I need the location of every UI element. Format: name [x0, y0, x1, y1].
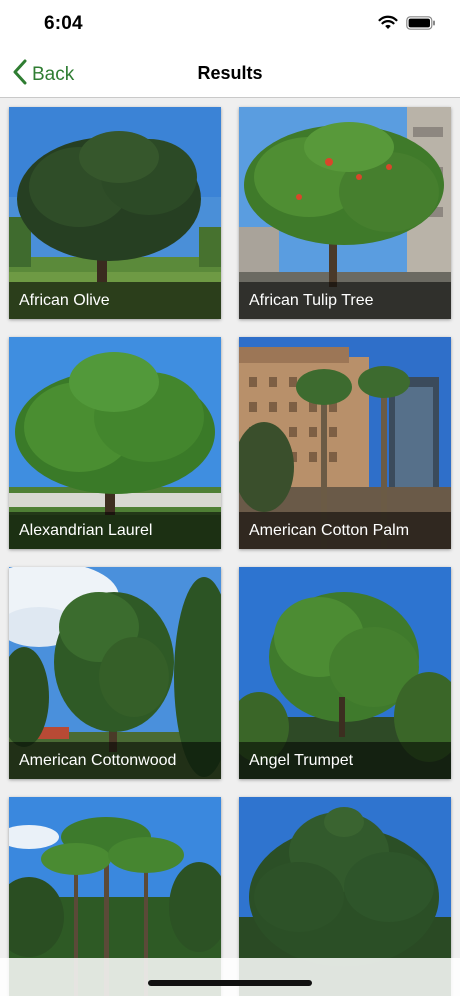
result-card[interactable]: Alexandrian Laurel	[9, 337, 221, 549]
home-indicator-area	[0, 958, 460, 996]
results-grid-scroll[interactable]: African Olive African Tulip Tree Alexand…	[0, 98, 460, 996]
page-title: Results	[197, 63, 263, 83]
status-icons	[378, 15, 436, 35]
result-name: Angel Trumpet	[239, 742, 451, 779]
result-name: African Tulip Tree	[239, 282, 451, 319]
result-name: American Cottonwood	[9, 742, 221, 779]
result-card[interactable]: African Tulip Tree	[239, 107, 451, 319]
navigation-bar: Back Results	[0, 50, 460, 98]
home-indicator[interactable]	[148, 980, 312, 986]
results-grid: African Olive African Tulip Tree Alexand…	[9, 107, 451, 996]
result-name: Alexandrian Laurel	[9, 512, 221, 549]
status-time: 6:04	[44, 13, 83, 34]
result-name: American Cotton Palm	[239, 512, 451, 549]
status-bar: 6:04	[0, 0, 460, 50]
result-card[interactable]: American Cottonwood	[9, 567, 221, 779]
battery-icon	[406, 15, 436, 35]
result-card[interactable]: African Olive	[9, 107, 221, 319]
result-card[interactable]: American Cotton Palm	[239, 337, 451, 549]
result-card[interactable]: Angel Trumpet	[239, 567, 451, 779]
wifi-icon	[378, 15, 398, 35]
result-name: African Olive	[9, 282, 221, 319]
